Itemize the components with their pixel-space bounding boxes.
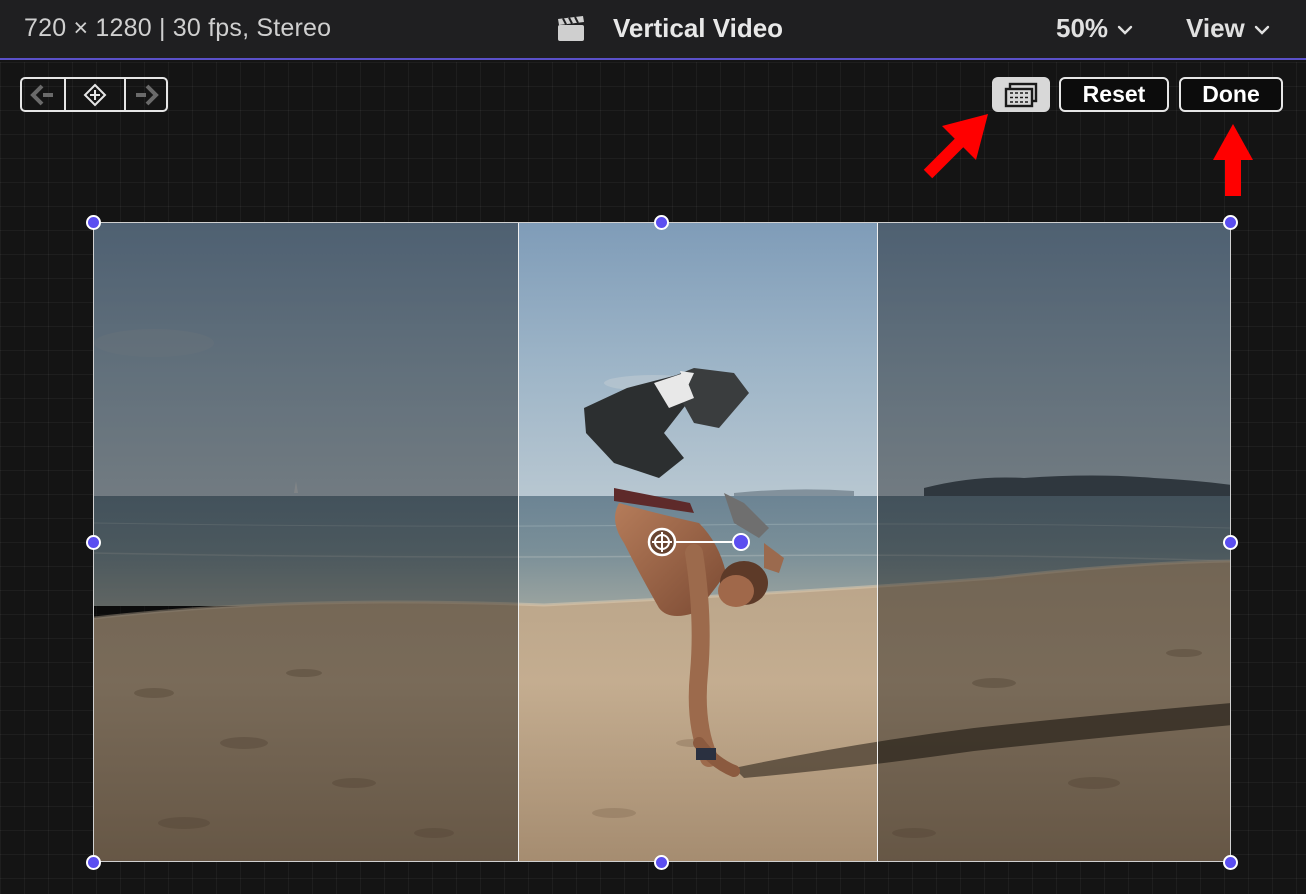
next-keyframe-icon — [136, 84, 159, 105]
viewer-window: 720 × 1280 | 30 fps, Stereo Vertical Vid… — [0, 0, 1306, 894]
zoom-dropdown[interactable]: 50% — [1056, 13, 1134, 44]
transform-handle-bottom[interactable] — [654, 855, 669, 870]
transform-handle-right[interactable] — [1223, 535, 1238, 550]
aspect-ratio-icon — [1004, 82, 1038, 107]
center-anchor-icon[interactable] — [646, 526, 678, 558]
transform-handle-bottom-right[interactable] — [1223, 855, 1238, 870]
clip-format-info: 720 × 1280 | 30 fps, Stereo — [24, 14, 332, 42]
transform-handle-top-right[interactable] — [1223, 215, 1238, 230]
add-keyframe-icon — [83, 83, 107, 106]
keyframe-navigation — [20, 77, 168, 112]
view-dropdown[interactable]: View — [1186, 13, 1271, 44]
view-label: View — [1186, 13, 1245, 43]
transform-handle-top[interactable] — [654, 215, 669, 230]
rotation-handle[interactable] — [732, 533, 750, 551]
next-keyframe-button[interactable] — [126, 79, 166, 110]
reset-button[interactable]: Reset — [1059, 77, 1169, 112]
add-keyframe-button[interactable] — [64, 79, 126, 110]
viewer-header: 720 × 1280 | 30 fps, Stereo Vertical Vid… — [0, 0, 1306, 60]
previous-keyframe-button[interactable] — [22, 79, 64, 110]
crop-exclusion-left — [94, 223, 518, 861]
chevron-down-icon — [1254, 25, 1269, 35]
prev-keyframe-icon — [30, 84, 53, 105]
transform-handle-bottom-left[interactable] — [86, 855, 101, 870]
crop-exclusion-right — [878, 223, 1230, 861]
clapperboard-icon — [558, 16, 584, 41]
annotation-arrow-icon — [923, 114, 988, 179]
vertical-crop-region[interactable] — [518, 223, 878, 861]
chevron-down-icon — [1117, 25, 1133, 35]
project-title: Vertical Video — [613, 13, 784, 43]
annotation-arrow-icon — [1213, 124, 1253, 196]
aspect-ratio-button[interactable] — [992, 77, 1050, 112]
transform-handle-left[interactable] — [86, 535, 101, 550]
zoom-value: 50% — [1056, 13, 1109, 43]
transform-handle-top-left[interactable] — [86, 215, 101, 230]
done-button[interactable]: Done — [1179, 77, 1283, 112]
